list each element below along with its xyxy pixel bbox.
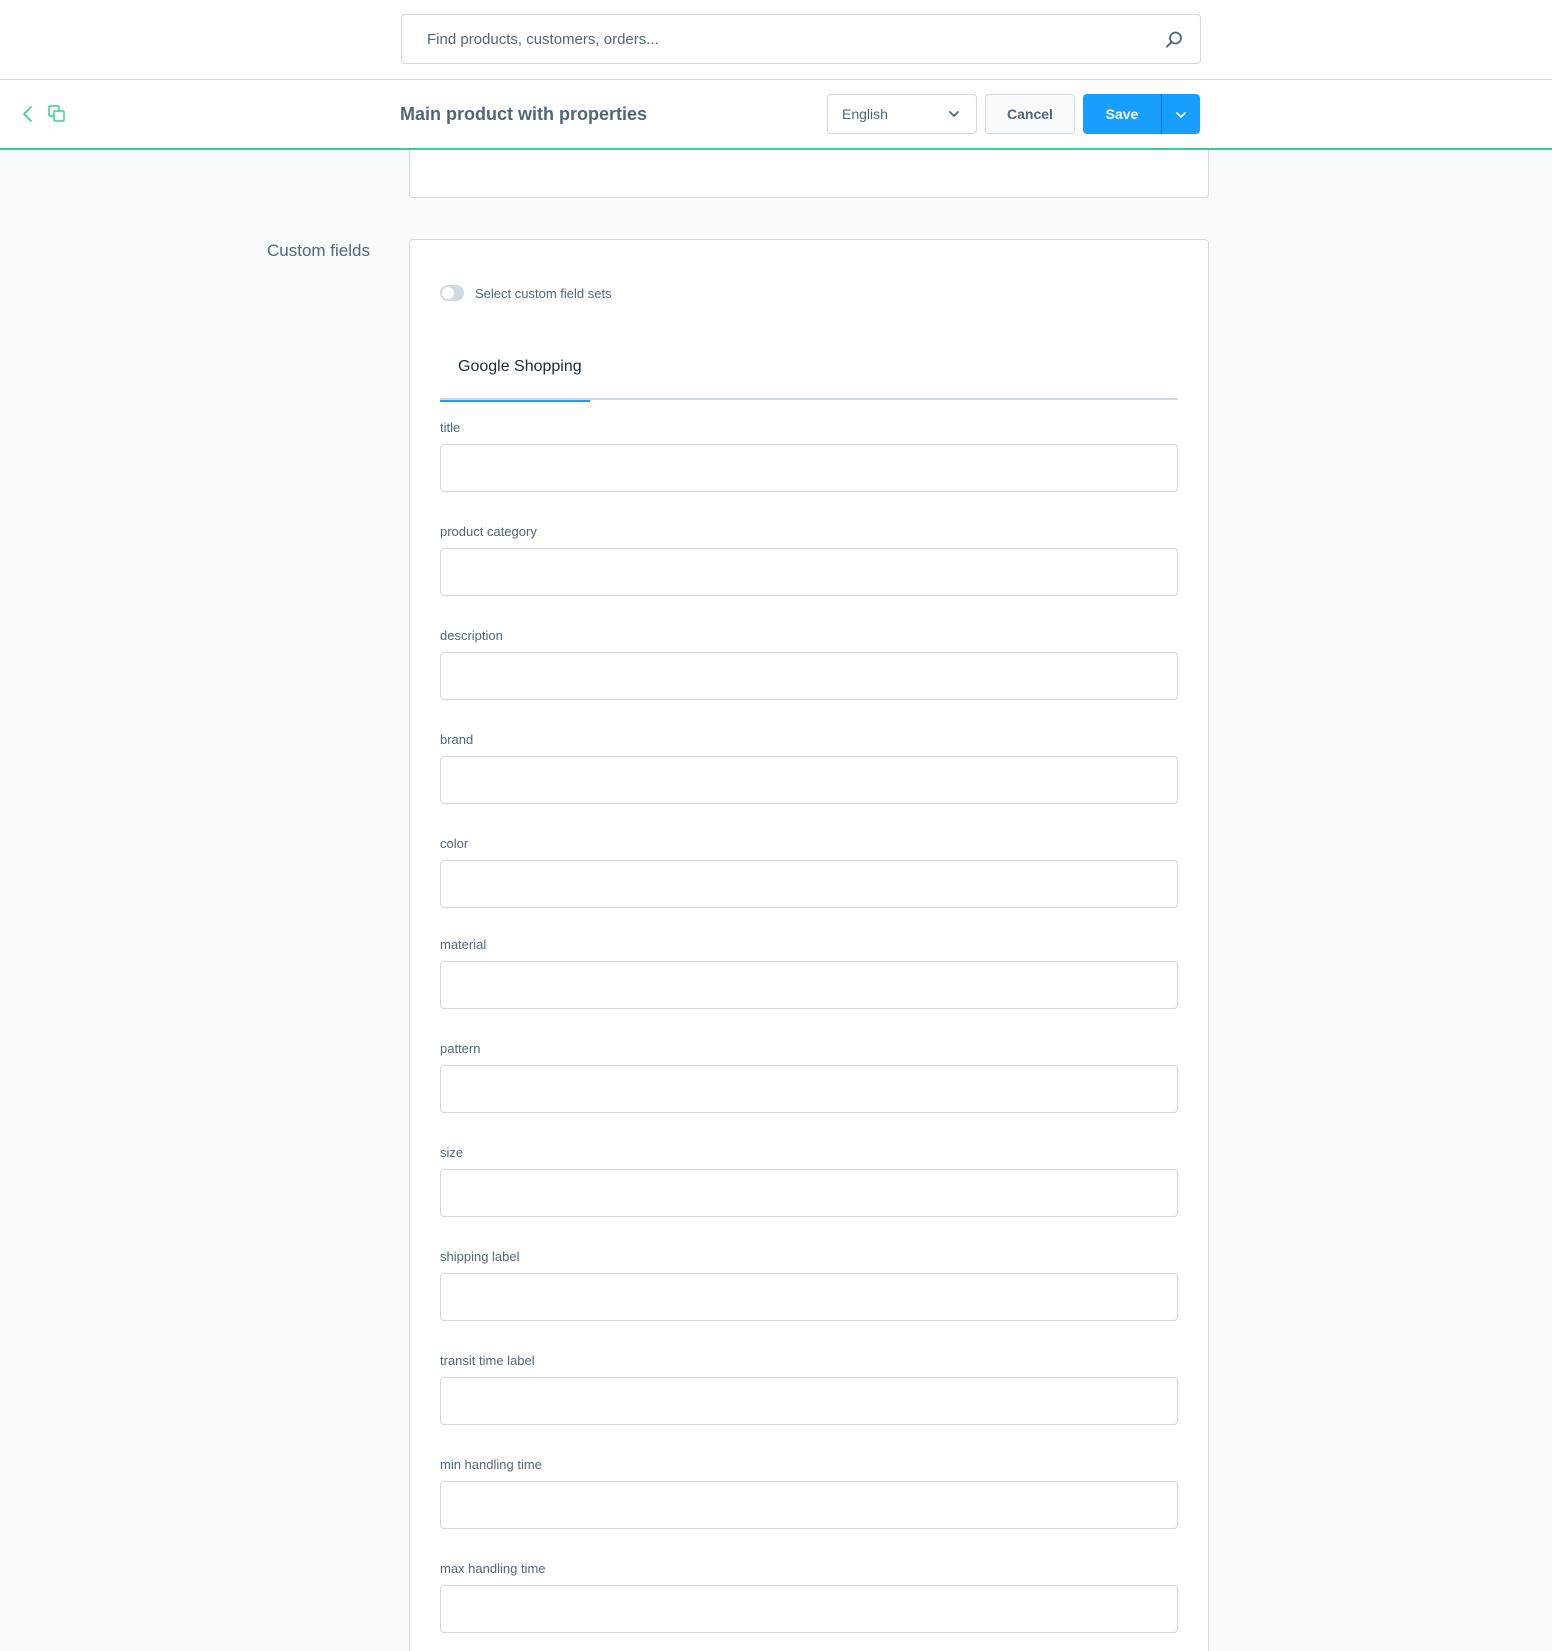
product-detail-page: Main product with properties English Can… xyxy=(0,0,1552,1651)
custom-field-sets-switch[interactable] xyxy=(440,285,464,301)
save-button[interactable]: Save xyxy=(1083,94,1161,134)
cancel-button[interactable]: Cancel xyxy=(985,94,1075,134)
language-select-value: English xyxy=(842,106,888,122)
chevron-left-icon[interactable] xyxy=(20,104,36,124)
field-label-size: size xyxy=(440,1145,464,1160)
field-label-description: description xyxy=(440,628,503,643)
previous-card xyxy=(409,150,1209,198)
custom-fields-card: Select custom field sets Google Shopping… xyxy=(409,239,1209,1651)
chevron-down-icon xyxy=(1176,112,1186,118)
search-input[interactable] xyxy=(402,15,1200,63)
field-label-material: material xyxy=(440,937,487,952)
custom-field-set-tabs: Google Shopping xyxy=(440,340,1178,402)
field-label-shipping-label: shipping label xyxy=(440,1249,520,1264)
field-label-product-category: product category xyxy=(440,524,537,539)
switch-label: Select custom field sets xyxy=(475,286,612,301)
field-input-shipping-label[interactable] xyxy=(440,1273,1178,1321)
field-label-color: color xyxy=(440,836,469,851)
field-label-max-handling-time: max handling time xyxy=(440,1561,546,1576)
field-input-pattern[interactable] xyxy=(440,1065,1178,1113)
save-options-button[interactable] xyxy=(1161,94,1200,134)
switch-knob xyxy=(442,287,454,299)
search-icon[interactable] xyxy=(1164,30,1184,50)
field-label-pattern: pattern xyxy=(440,1041,481,1056)
field-input-color[interactable] xyxy=(440,860,1178,908)
field-label-min-handling-time: min handling time xyxy=(440,1457,542,1472)
field-input-product-category[interactable] xyxy=(440,548,1178,596)
field-input-min-handling-time[interactable] xyxy=(440,1481,1178,1529)
smart-bar: Main product with properties English Can… xyxy=(0,80,1552,150)
search-bar xyxy=(0,0,1552,80)
field-label-title: title xyxy=(440,420,461,435)
field-input-brand[interactable] xyxy=(440,756,1178,804)
tab-label: Google Shopping xyxy=(458,358,582,375)
field-input-material[interactable] xyxy=(440,961,1178,1009)
tab-google-shopping[interactable]: Google Shopping xyxy=(440,340,590,402)
field-input-max-handling-time[interactable] xyxy=(440,1585,1178,1633)
field-input-transit-time-label[interactable] xyxy=(440,1377,1178,1425)
field-label-brand: brand xyxy=(440,732,474,747)
search-field[interactable] xyxy=(401,14,1201,64)
field-input-size[interactable] xyxy=(440,1169,1178,1217)
chevron-down-icon xyxy=(949,111,959,117)
field-label-transit-time-label: transit time label xyxy=(440,1353,535,1368)
section-title-custom-fields: Custom fields xyxy=(267,241,370,260)
field-input-title[interactable] xyxy=(440,444,1178,492)
language-select[interactable]: English xyxy=(827,94,977,134)
field-input-description[interactable] xyxy=(440,652,1178,700)
multi-window-icon[interactable] xyxy=(47,104,67,124)
tab-active-indicator xyxy=(440,400,590,402)
page-title: Main product with properties xyxy=(400,104,648,124)
